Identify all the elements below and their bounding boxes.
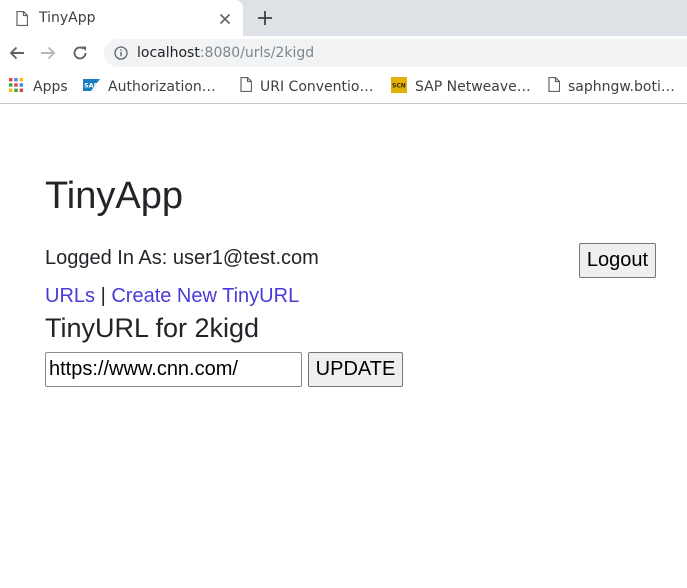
page-title: TinyApp xyxy=(45,175,183,217)
bookmark-sap-netweaver[interactable]: SCN SAP Netweave… xyxy=(391,76,531,98)
bookmark-label: saphngw.boti… xyxy=(568,79,675,95)
urls-link[interactable]: URLs xyxy=(45,285,95,307)
info-icon[interactable] xyxy=(114,46,128,65)
bookmark-label: Apps xyxy=(33,79,68,95)
tinyurl-heading: TinyURL for 2kigd xyxy=(45,313,260,343)
bookmark-saphngw[interactable]: saphngw.boti… xyxy=(548,76,675,97)
url-host: localhost xyxy=(137,45,200,61)
bookmark-uri-conventions[interactable]: URI Conventio… xyxy=(240,76,374,97)
update-button[interactable]: UPDATE xyxy=(308,352,403,387)
logged-in-label: Logged In As: xyxy=(45,247,173,269)
url-text: localhost:8080/urls/2kigd xyxy=(137,45,314,61)
browser-toolbar: localhost:8080/urls/2kigd xyxy=(0,36,687,70)
nav-separator: | xyxy=(100,285,106,307)
apps-grid-icon xyxy=(9,77,23,97)
tab-strip: TinyApp xyxy=(0,0,687,36)
bookmarks-bar: Apps SAP Authorization… URI Conventio… S… xyxy=(0,70,687,104)
bookmark-label: SAP Netweave… xyxy=(415,79,531,95)
logged-in-status: Logged In As: user1@test.com xyxy=(45,247,319,270)
scn-logo-icon: SCN xyxy=(391,76,407,98)
bookmark-authorization[interactable]: SAP Authorization… xyxy=(83,77,216,97)
bookmark-label: Authorization… xyxy=(108,79,216,95)
new-tab-icon[interactable] xyxy=(257,10,273,26)
bookmark-apps[interactable]: Apps xyxy=(9,77,68,97)
logout-button[interactable]: Logout xyxy=(579,243,656,278)
user-email: user1@test.com xyxy=(172,247,319,269)
bookmark-label: URI Conventio… xyxy=(260,79,374,95)
document-icon xyxy=(240,76,253,97)
sap-logo-icon: SAP xyxy=(83,78,100,96)
document-icon xyxy=(16,10,29,31)
create-new-tinyurl-link[interactable]: Create New TinyURL xyxy=(111,285,299,307)
reload-icon[interactable] xyxy=(72,45,88,61)
svg-text:SAP: SAP xyxy=(84,82,99,90)
tab-title: TinyApp xyxy=(39,10,96,26)
forward-arrow-icon[interactable] xyxy=(40,45,56,61)
back-arrow-icon[interactable] xyxy=(9,45,25,61)
browser-tab[interactable]: TinyApp xyxy=(0,0,243,36)
long-url-input[interactable] xyxy=(45,352,302,387)
svg-text:SCN: SCN xyxy=(392,82,406,89)
address-bar[interactable]: localhost:8080/urls/2kigd xyxy=(104,39,687,67)
document-icon xyxy=(548,76,561,97)
page-nav: URLs | Create New TinyURL xyxy=(45,285,299,308)
close-tab-icon[interactable] xyxy=(219,12,231,25)
url-path: :8080/urls/2kigd xyxy=(199,45,315,61)
